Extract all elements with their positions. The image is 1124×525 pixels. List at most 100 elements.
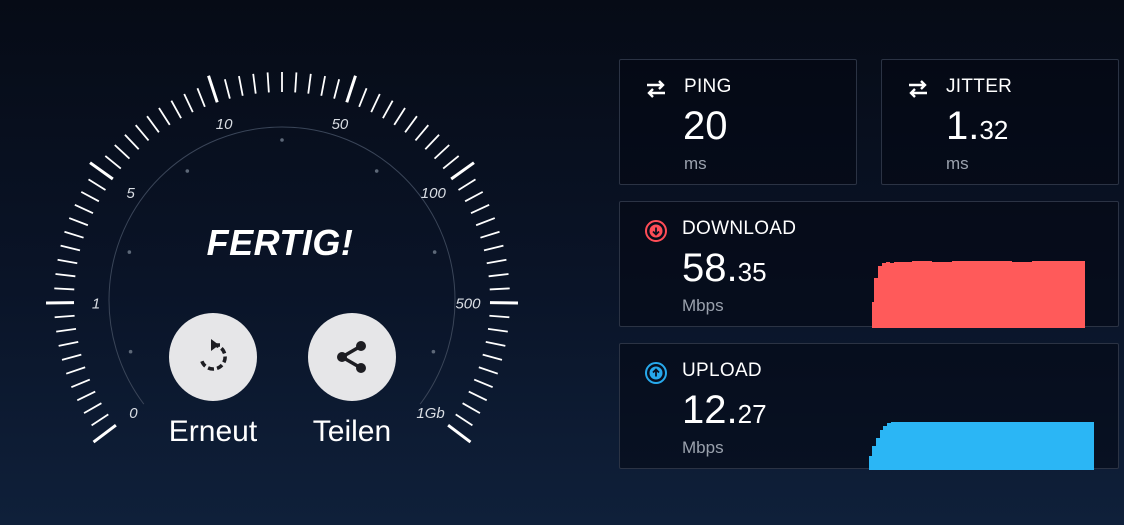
gauge-scale-label: 50 [332, 116, 349, 133]
gauge-tick [294, 72, 298, 93]
gauge-tick [480, 230, 500, 239]
gauge-tick [61, 353, 82, 361]
gauge-tick [414, 124, 429, 142]
jitter-unit: ms [946, 154, 969, 173]
gauge-scale-label: 10 [216, 116, 233, 133]
gauge-tick [489, 287, 510, 291]
jitter-value: 1.32 [946, 104, 1009, 148]
ping-label: PING [684, 76, 732, 97]
ping-unit: ms [684, 154, 707, 173]
retry-action: Erneut [153, 313, 273, 449]
gauge-tick [158, 107, 171, 126]
gauge-tick [470, 203, 490, 214]
gauge-tick [76, 390, 96, 402]
gauge-scale-label: 0 [129, 405, 138, 422]
share-button[interactable] [308, 313, 396, 401]
gauge-tick [485, 340, 506, 347]
gauge-tick [68, 217, 89, 227]
download-icon [645, 220, 667, 242]
gauge-tick [487, 327, 508, 333]
gauge-tick [442, 155, 460, 170]
gauge-tick [358, 87, 368, 108]
gauge-tick [238, 75, 244, 96]
gauge-scale-label: 100 [421, 185, 447, 202]
share-action: Teilen [292, 313, 412, 449]
jitter-label: JITTER [946, 76, 1013, 97]
share-icon [337, 341, 366, 373]
gauge-tick [478, 366, 499, 375]
gauge-scale-label: 1 [92, 295, 100, 312]
gauge-tick [91, 413, 109, 427]
ping-card: PING 20 ms [619, 59, 857, 185]
upload-unit: Mbps [682, 438, 724, 457]
test-status: FERTIG! [206, 222, 354, 263]
download-speed-graph [872, 261, 1085, 328]
gauge-tick [450, 161, 475, 181]
gauge-tick [196, 87, 206, 108]
gauge-dot [374, 169, 379, 173]
retry-label: Erneut [168, 415, 258, 448]
retry-button[interactable] [169, 313, 257, 401]
gauge-tick [64, 230, 84, 239]
gauge-dot [280, 138, 284, 142]
gauge-tick [252, 73, 257, 94]
gauge-tick [65, 366, 86, 375]
gauge-tick [464, 191, 484, 203]
gauge-tick [483, 244, 504, 252]
gauge-tick [74, 203, 94, 214]
gauge-tick [54, 314, 75, 319]
gauge-tick [404, 115, 418, 133]
gauge-tick [455, 413, 473, 427]
gauge-tick [80, 191, 100, 203]
download-value: 58.35 [682, 246, 767, 290]
gauge-tick [307, 73, 312, 94]
gauge-tick [345, 75, 357, 103]
gauge-tick [146, 115, 160, 133]
gauge-scale-label: 1Gb [416, 405, 444, 422]
gauge-tick [424, 134, 440, 150]
gauge-tick [489, 314, 510, 319]
gauge-tick [55, 273, 76, 278]
upload-icon [645, 362, 667, 384]
gauge-tick [382, 100, 394, 119]
gauge-tick [370, 93, 381, 113]
gauge-dot [128, 349, 133, 354]
gauge-tick [92, 423, 117, 444]
gauge-scale-label: 5 [127, 185, 136, 202]
upload-label: UPLOAD [682, 360, 762, 381]
gauge-dot [185, 169, 190, 173]
gauge-tick [124, 134, 140, 150]
retry-icon [199, 339, 227, 371]
download-unit: Mbps [682, 296, 724, 315]
gauge-tick [104, 155, 122, 170]
gauge-tick [333, 79, 341, 99]
gauge-tick [482, 353, 503, 361]
gauge-scale-label: 500 [455, 295, 481, 312]
gauge-tick [486, 258, 507, 265]
gauge-tick [488, 273, 509, 278]
gauge-tick [88, 178, 106, 191]
upload-value: 12.27 [682, 388, 767, 432]
gauge-tick [170, 100, 182, 119]
gauge-tick [473, 378, 494, 389]
gauge-tick [468, 390, 488, 402]
gauge-tick [89, 161, 114, 181]
gauge-tick [60, 244, 81, 252]
share-label: Teilen [312, 415, 392, 448]
gauge-tick [462, 402, 481, 414]
gauge-dot [431, 349, 436, 354]
gauge-tick [475, 217, 496, 227]
gauge-tick [266, 72, 270, 93]
gauge-tick [83, 402, 102, 414]
download-card: DOWNLOAD 58.35 Mbps [619, 201, 1119, 328]
gauge-tick [114, 144, 131, 160]
gauge-tick [183, 93, 194, 113]
ping-value: 20 [683, 104, 728, 148]
gauge-tick [207, 75, 219, 103]
gauge-tick [70, 378, 91, 389]
gauge-tick [135, 124, 150, 142]
gauge-tick [433, 144, 450, 160]
transfer-arrows-icon [909, 80, 927, 98]
gauge-tick [393, 107, 406, 126]
jitter-card: JITTER 1.32 ms [881, 59, 1119, 185]
